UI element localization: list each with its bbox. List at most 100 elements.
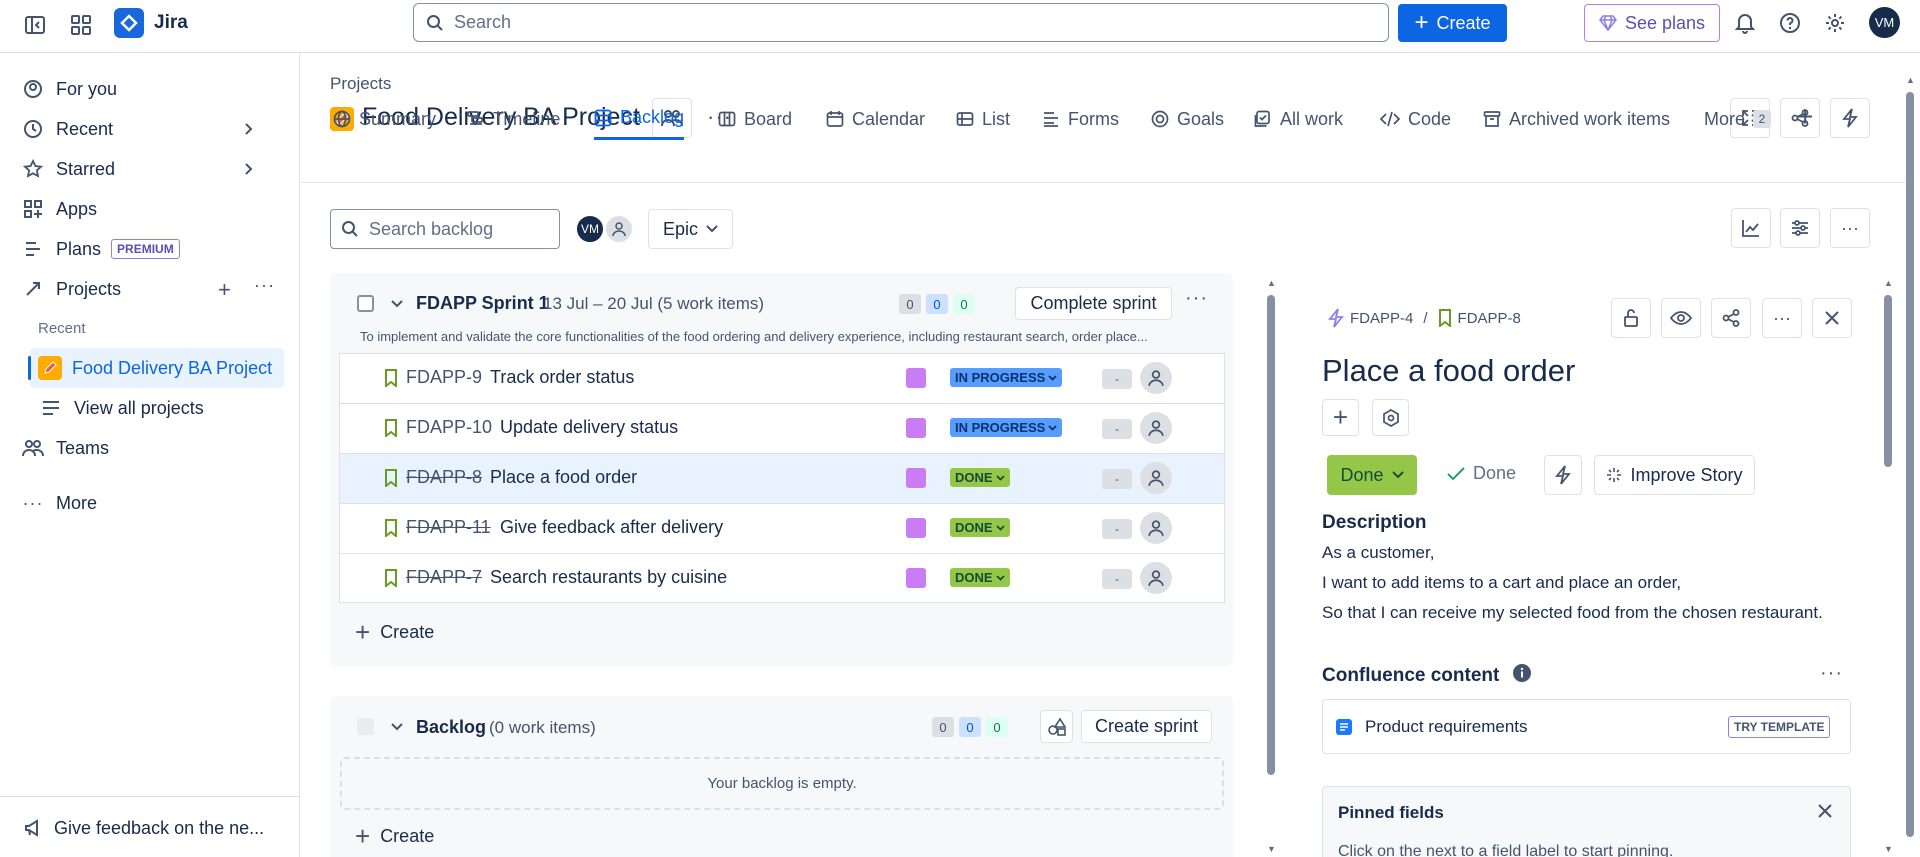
work-item-key[interactable]: FDAPP-8 <box>406 467 482 488</box>
insights-chart-icon[interactable] <box>1731 208 1771 248</box>
search-backlog-input[interactable]: Search backlog <box>330 209 560 249</box>
automation-lightning-icon[interactable] <box>1544 455 1582 495</box>
sidebar-item-apps[interactable]: Apps <box>22 192 97 226</box>
share-icon[interactable] <box>1711 298 1751 338</box>
complete-sprint-button[interactable]: Complete sprint <box>1015 287 1172 320</box>
user-avatar[interactable]: VM <box>1869 7 1900 38</box>
tab-more[interactable]: More 2 <box>1704 98 1772 140</box>
add-project-icon[interactable]: + <box>218 277 231 303</box>
global-search-input[interactable]: Search <box>413 3 1389 42</box>
work-item-key[interactable]: FDAPP-7 <box>406 567 482 588</box>
sprint-work-item-row[interactable]: FDAPP-9 Track order status IN PROGRESS - <box>340 354 1224 404</box>
sidebar-item-more[interactable]: ··· More <box>22 486 98 520</box>
projects-more-icon[interactable]: ··· <box>254 275 275 296</box>
work-item-summary[interactable]: Update delivery status <box>500 417 678 438</box>
lock-icon[interactable] <box>1611 298 1651 338</box>
create-button[interactable]: + Create <box>1398 4 1507 42</box>
tab-summary[interactable]: Summary <box>333 98 436 140</box>
backlog-scrollbar[interactable]: ▲ ▼ <box>1266 278 1276 857</box>
tab-backlog[interactable]: Backlog <box>594 98 685 140</box>
assignee-avatar-icon[interactable] <box>1140 362 1172 394</box>
sprint-work-item-row[interactable]: FDAPP-7 Search restaurants by cuisine DONE… <box>340 554 1224 602</box>
tab-list[interactable]: List <box>956 98 1010 140</box>
tab-board[interactable]: Board <box>718 98 792 140</box>
assignee-avatar-icon[interactable] <box>1140 412 1172 444</box>
sidebar-item-teams[interactable]: Teams <box>22 431 109 465</box>
backlog-collapse-chevron-icon[interactable] <box>390 722 404 732</box>
estimate-badge[interactable]: - <box>1102 519 1132 539</box>
sidebar-item-view-all-projects[interactable]: View all projects <box>40 391 204 425</box>
backlog-more-icon[interactable]: ··· <box>1830 208 1870 248</box>
sidebar-item-projects[interactable]: Projects <box>22 272 278 306</box>
try-template-badge[interactable]: TRY TEMPLATE <box>1728 716 1831 738</box>
estimate-badge[interactable]: - <box>1102 419 1132 439</box>
assignee-avatar-icon[interactable] <box>1140 512 1172 544</box>
avatar-filter-vm[interactable]: VM <box>575 214 605 244</box>
description-line[interactable]: So that I can receive my selected food f… <box>1322 603 1823 623</box>
status-lozenge[interactable]: DONE <box>950 518 1010 537</box>
estimate-badge[interactable]: - <box>1102 469 1132 489</box>
work-item-summary[interactable]: Give feedback after delivery <box>500 517 723 538</box>
parent-key-link[interactable]: FDAPP-4 <box>1350 310 1413 327</box>
estimate-badge[interactable]: - <box>1102 569 1132 589</box>
backlog-checkbox[interactable] <box>357 718 374 735</box>
work-item-summary[interactable]: Place a food order <box>490 467 637 488</box>
sidebar-item-for-you[interactable]: For you <box>22 72 117 106</box>
description-line[interactable]: As a customer, <box>1322 543 1434 563</box>
backlog-shapes-icon[interactable] <box>1040 710 1073 743</box>
assignee-avatar-icon[interactable] <box>1140 462 1172 494</box>
info-icon[interactable] <box>1512 663 1532 683</box>
epic-filter-dropdown[interactable]: Epic <box>648 209 733 249</box>
epic-color-swatch[interactable] <box>906 368 926 388</box>
give-feedback-button[interactable]: Give feedback on the ne... <box>22 811 264 845</box>
sidebar-item-starred[interactable]: Starred <box>22 152 278 186</box>
sprint-create-button[interactable]: + Create <box>355 619 434 645</box>
app-switcher-icon[interactable] <box>68 12 94 38</box>
sprint-work-item-row[interactable]: FDAPP-8 Place a food order DONE - <box>340 454 1224 504</box>
apps-hexagon-icon[interactable] <box>1372 399 1409 436</box>
tab-code[interactable]: Code <box>1380 98 1451 140</box>
tab-all-work[interactable]: All work <box>1254 98 1343 140</box>
unassigned-avatar-filter[interactable] <box>604 214 634 244</box>
tab-forms[interactable]: Forms <box>1042 98 1119 140</box>
work-item-key[interactable]: FDAPP-9 <box>406 367 482 388</box>
status-lozenge[interactable]: DONE <box>950 568 1010 587</box>
epic-color-swatch[interactable] <box>906 518 926 538</box>
status-lozenge[interactable]: IN PROGRESS <box>950 368 1063 387</box>
help-icon[interactable] <box>1777 10 1803 36</box>
sidebar-item-recent[interactable]: Recent <box>22 112 278 146</box>
tab-archived-work-items[interactable]: Archived work items <box>1483 98 1670 140</box>
add-child-plus-icon[interactable]: + <box>1322 399 1359 436</box>
work-item-key[interactable]: FDAPP-11 <box>406 517 491 538</box>
scrollbar-thumb[interactable] <box>1906 92 1914 837</box>
sidebar-item-plans[interactable]: Plans PREMIUM <box>22 232 180 266</box>
work-item-summary[interactable]: Track order status <box>490 367 634 388</box>
see-plans-button[interactable]: See plans <box>1584 4 1720 42</box>
sprint-checkbox[interactable] <box>357 295 374 312</box>
tab-calendar[interactable]: Calendar <box>826 98 925 140</box>
sprint-more-icon[interactable]: ··· <box>1185 287 1208 310</box>
add-tab-icon[interactable]: + <box>1797 103 1813 131</box>
automation-lightning-icon[interactable] <box>1830 98 1870 138</box>
status-lozenge[interactable]: IN PROGRESS <box>950 418 1063 437</box>
settings-gear-icon[interactable] <box>1822 10 1848 36</box>
detail-more-icon[interactable]: ··· <box>1762 298 1802 338</box>
epic-color-swatch[interactable] <box>906 568 926 588</box>
tab-goals[interactable]: Goals <box>1151 98 1224 140</box>
close-pinned-icon[interactable] <box>1817 803 1833 819</box>
issue-key-link[interactable]: FDAPP-8 <box>1458 310 1521 327</box>
epic-color-swatch[interactable] <box>906 468 926 488</box>
scrollbar-thumb[interactable] <box>1267 295 1275 775</box>
jira-logo[interactable]: Jira <box>114 8 188 38</box>
work-item-key[interactable]: FDAPP-10 <box>406 417 492 438</box>
breadcrumb-projects[interactable]: Projects <box>330 74 391 94</box>
close-icon[interactable] <box>1812 298 1852 338</box>
epic-color-swatch[interactable] <box>906 418 926 438</box>
estimate-badge[interactable]: - <box>1102 369 1132 389</box>
description-line[interactable]: I want to add items to a cart and place … <box>1322 573 1681 593</box>
notifications-icon[interactable] <box>1732 10 1758 36</box>
assignee-avatar-icon[interactable] <box>1140 562 1172 594</box>
tab-timeline[interactable]: Timeline <box>467 98 560 140</box>
scrollbar-thumb[interactable] <box>1884 295 1892 467</box>
sidebar-toggle-icon[interactable] <box>22 12 48 38</box>
